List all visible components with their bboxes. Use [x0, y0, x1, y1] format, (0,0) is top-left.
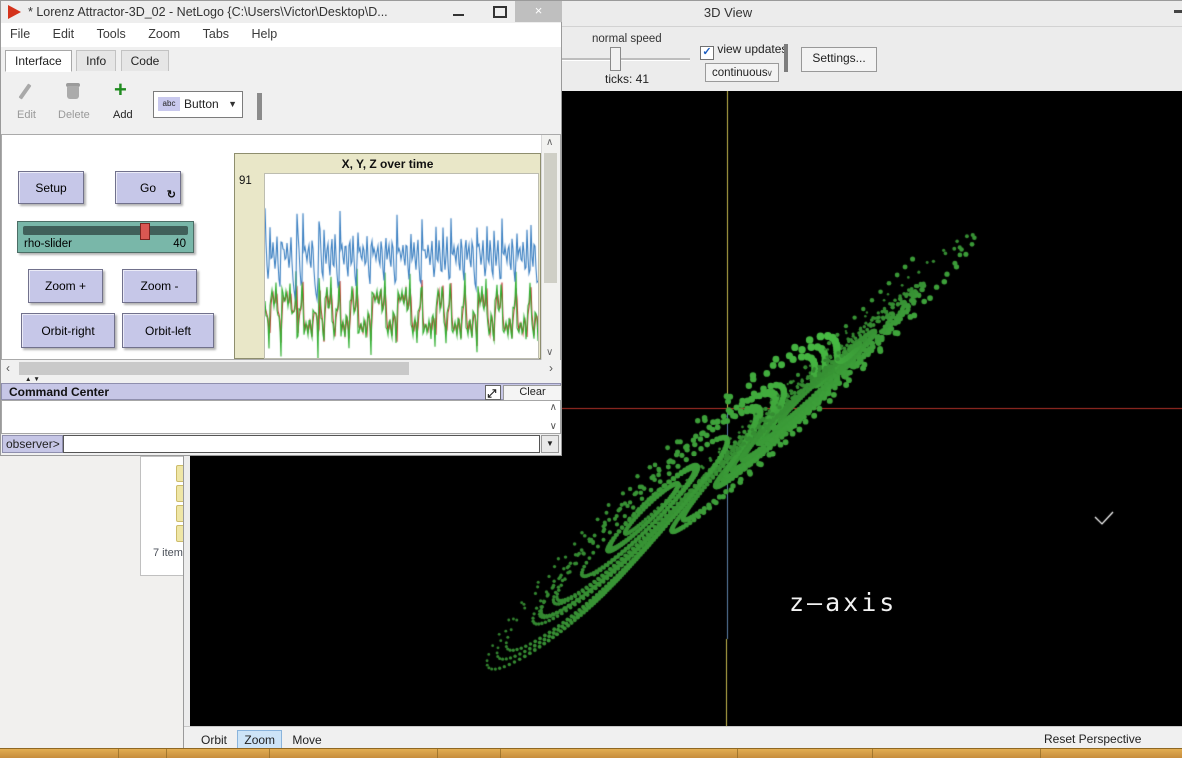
toolbar-separator: [257, 93, 262, 120]
netlogo-window: * Lorenz Attractor-3D_02 - NetLogo {C:\U…: [0, 0, 562, 456]
scrollbar-thumb[interactable]: [19, 362, 409, 375]
widget-type-value: Button: [184, 97, 219, 111]
forever-icon: ↻: [167, 188, 176, 201]
reset-perspective-button[interactable]: Reset Perspective: [1044, 732, 1141, 746]
history-dropdown-button[interactable]: ▼: [541, 435, 559, 453]
scroll-right-icon[interactable]: ›: [549, 361, 553, 375]
view-updates-checkbox[interactable]: ✓: [700, 46, 714, 60]
observer-prompt-label: observer>: [2, 435, 63, 453]
zoom-out-button[interactable]: Zoom -: [122, 269, 197, 303]
menu-file[interactable]: File: [1, 23, 39, 41]
tab-interface[interactable]: Interface: [5, 50, 72, 72]
delete-button[interactable]: Delete: [58, 109, 90, 121]
speed-slider-handle[interactable]: [610, 47, 621, 71]
clear-button[interactable]: Clear: [503, 385, 562, 401]
3d-view-bottom-bar: Orbit Zoom Move Reset Perspective: [184, 726, 1182, 750]
go-button-label: Go: [140, 181, 156, 195]
maximize-icon[interactable]: [493, 6, 507, 18]
edit-pencil-icon: [18, 83, 31, 99]
scroll-down-icon[interactable]: ∨: [550, 421, 557, 432]
update-mode-dropdown[interactable]: continuous ∨: [705, 63, 779, 82]
scroll-up-icon[interactable]: ∧: [550, 402, 557, 413]
update-mode-value: continuous: [712, 67, 768, 79]
netlogo-titlebar[interactable]: * Lorenz Attractor-3D_02 - NetLogo {C:\U…: [1, 1, 561, 23]
setup-button[interactable]: Setup: [18, 171, 84, 204]
tab-info[interactable]: Info: [76, 50, 116, 71]
menu-tabs[interactable]: Tabs: [194, 23, 238, 41]
taskbar-divider: [166, 749, 167, 758]
command-center-title: Command Center: [9, 385, 109, 399]
slider-value: 40: [173, 238, 186, 250]
go-button[interactable]: Go ↻: [115, 171, 181, 204]
taskbar-divider: [737, 749, 738, 758]
mode-orbit[interactable]: Orbit: [194, 730, 234, 750]
mode-zoom[interactable]: Zoom: [237, 730, 282, 750]
delete-trash-icon-body: [67, 86, 79, 99]
tab-code[interactable]: Code: [121, 50, 170, 71]
taskbar[interactable]: [0, 748, 1182, 758]
menu-bar: File Edit Tools Zoom Tabs Help: [1, 23, 561, 48]
toolbar-separator: [784, 44, 788, 72]
view-updates-group: ✓ view updates: [700, 42, 787, 60]
scroll-up-icon[interactable]: ∧: [546, 137, 553, 148]
command-output-area[interactable]: ∧ ∨: [1, 400, 561, 434]
taskbar-divider: [1040, 749, 1041, 758]
add-button[interactable]: Add: [113, 109, 133, 121]
chevron-down-icon: ▼: [228, 99, 237, 109]
orbit-left-button[interactable]: Orbit-left: [122, 313, 214, 348]
zoom-in-button[interactable]: Zoom +: [28, 269, 103, 303]
mode-tabs: Orbit Zoom Move: [194, 728, 329, 750]
ticks-counter: ticks: 41: [605, 72, 649, 86]
plot-title: X, Y, Z over time: [235, 157, 540, 171]
orbit-right-button[interactable]: Orbit-right: [21, 313, 115, 348]
speed-label: normal speed: [592, 33, 662, 45]
rho-slider[interactable]: rho-slider 40: [17, 221, 194, 253]
plot-canvas: [265, 174, 538, 358]
widget-type-dropdown[interactable]: abc Button ▼: [153, 91, 243, 118]
mode-move[interactable]: Move: [285, 730, 328, 750]
abc-widget-icon: abc: [158, 97, 180, 111]
edit-button[interactable]: Edit: [17, 109, 36, 121]
expand-icon[interactable]: [485, 385, 501, 400]
close-icon[interactable]: ×: [515, 1, 562, 22]
view-updates-label: view updates: [717, 42, 787, 56]
taskbar-divider: [118, 749, 119, 758]
slider-groove[interactable]: [23, 226, 188, 235]
plot-area: [264, 173, 539, 359]
chevron-down-icon: ∨: [766, 64, 773, 82]
splitter-handle[interactable]: ▲▼: [25, 376, 42, 383]
command-input[interactable]: [63, 435, 540, 453]
scroll-left-icon[interactable]: ‹: [6, 361, 10, 375]
menu-zoom[interactable]: Zoom: [139, 23, 189, 41]
taskbar-divider: [500, 749, 501, 758]
scroll-down-icon[interactable]: ∨: [546, 347, 553, 358]
taskbar-divider: [437, 749, 438, 758]
command-center-header: Command Center Clear: [1, 383, 561, 400]
add-plus-icon: +: [114, 77, 127, 103]
z-axis-label: z—axis: [789, 588, 897, 617]
netlogo-logo-icon: [8, 5, 21, 19]
minimize-icon[interactable]: [453, 14, 464, 16]
plot-widget: X, Y, Z over time 91: [234, 153, 541, 359]
window-title: * Lorenz Attractor-3D_02 - NetLogo {C:\U…: [28, 5, 388, 19]
minimize-icon[interactable]: [1174, 10, 1182, 13]
tab-bar: Interface Info Code: [1, 47, 561, 73]
interface-vertical-scrollbar[interactable]: ∧ ∨: [541, 135, 560, 360]
plot-ymax-label: 91: [239, 175, 252, 187]
taskbar-divider: [872, 749, 873, 758]
menu-edit[interactable]: Edit: [44, 23, 84, 41]
slider-name: rho-slider: [24, 238, 72, 250]
scrollbar-thumb[interactable]: [544, 153, 557, 283]
interface-horizontal-scrollbar[interactable]: ‹ ›: [1, 360, 561, 377]
taskbar-divider: [269, 749, 270, 758]
slider-handle[interactable]: [140, 223, 150, 240]
settings-button[interactable]: Settings...: [801, 47, 877, 72]
menu-tools[interactable]: Tools: [88, 23, 135, 41]
interface-toolbar: Edit Delete + Add abc Button ▼: [1, 72, 561, 134]
desktop: 7 items 3D View normal speed ticks: 41 ✓…: [0, 0, 1182, 758]
command-input-row: observer> ▼: [1, 435, 561, 454]
menu-help[interactable]: Help: [243, 23, 287, 41]
